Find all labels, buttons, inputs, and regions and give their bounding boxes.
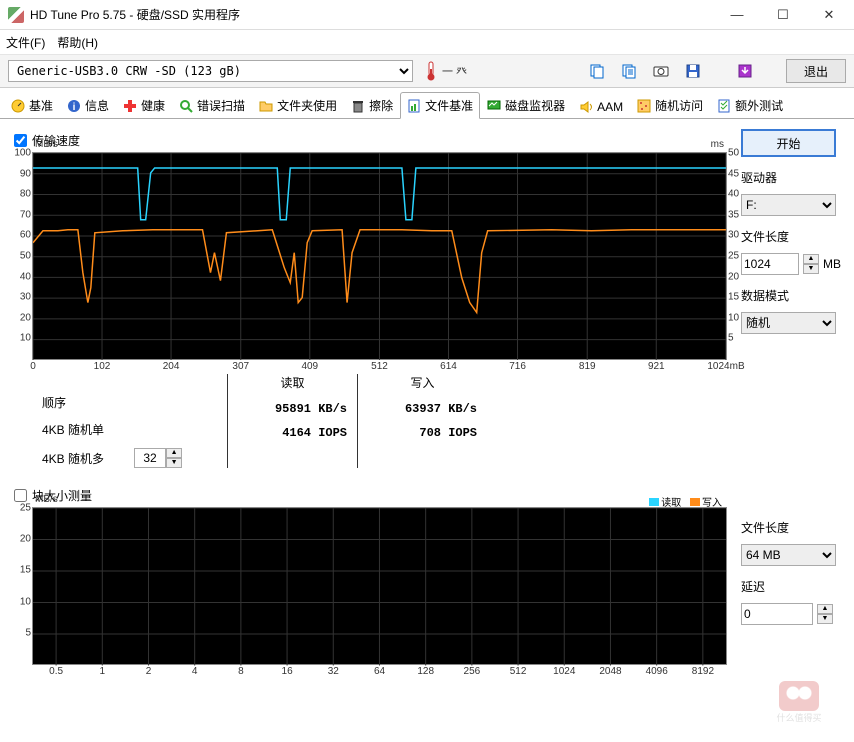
app-icon xyxy=(8,7,24,23)
chart2-left-axis: 510152025 xyxy=(11,508,31,664)
filelen2-select[interactable]: 64 MB xyxy=(741,544,836,566)
transfer-speed-checkbox[interactable] xyxy=(14,134,27,147)
seq-write-value: 63937 KB/s xyxy=(368,402,477,416)
window-title: HD Tune Pro 5.75 - 硬盘/SSD 实用程序 xyxy=(30,6,714,23)
spin-down-icon[interactable]: ▼ xyxy=(803,264,819,274)
chart1-left-axis: 102030405060708090100 xyxy=(11,153,31,359)
spin-up-icon[interactable]: ▲ xyxy=(817,604,833,614)
chart1-y-unit-left: MB/s xyxy=(35,139,58,150)
chart2-bottom-axis: 0.512481632641282565121024204840968192 xyxy=(33,666,726,680)
tab-info[interactable]: i信息 xyxy=(60,92,116,118)
copy-icon[interactable] xyxy=(586,60,608,82)
content-area: 传输速度 MB/s ms 102030405060708090100 51015… xyxy=(0,119,854,683)
maximize-button[interactable]: ☐ xyxy=(760,0,806,30)
row-4k-single-label: 4KB 随机单 xyxy=(42,421,227,438)
transfer-speed-chart: MB/s ms 102030405060708090100 5101520253… xyxy=(32,152,727,360)
tab-health[interactable]: 健康 xyxy=(116,92,172,118)
svg-text:i: i xyxy=(73,102,76,113)
blocksize-checkbox[interactable] xyxy=(14,489,27,502)
datamode-label: 数据模式 xyxy=(741,287,842,304)
chart2-legend: 读取 写入 xyxy=(643,494,722,509)
save-icon[interactable] xyxy=(682,60,704,82)
load-icon[interactable] xyxy=(734,60,756,82)
tab-randomaccess[interactable]: 随机访问 xyxy=(630,92,710,118)
spin-down-icon[interactable]: ▼ xyxy=(166,458,182,468)
row-seq-label: 顺序 xyxy=(42,394,227,411)
datamode-select[interactable]: 随机 xyxy=(741,312,836,334)
filelen-unit: MB xyxy=(823,257,841,271)
copy-text-icon[interactable] xyxy=(618,60,640,82)
tab-diskmonitor[interactable]: 磁盘监视器 xyxy=(480,92,572,118)
tabstrip: 基准 i信息 健康 错误扫描 文件夹使用 擦除 文件基准 磁盘监视器 AAM 随… xyxy=(0,88,854,119)
toolbar: Generic-USB3.0 CRW -SD (123 gB) 一 癶 退出 xyxy=(0,54,854,88)
exit-button[interactable]: 退出 xyxy=(786,59,846,83)
menu-file[interactable]: 文件(F) xyxy=(6,34,45,51)
row-4k-multi-label: 4KB 随机多 xyxy=(42,450,104,467)
chart2-y-unit: MB/s xyxy=(35,494,58,505)
temperature-display: 一 癶 xyxy=(423,61,467,81)
tab-extratests[interactable]: 额外测试 xyxy=(710,92,790,118)
thermometer-icon xyxy=(423,61,439,81)
spin-down-icon[interactable]: ▼ xyxy=(817,614,833,624)
multi-thread-spinner[interactable]: ▲▼ xyxy=(134,448,182,468)
rand-single-read-value: 4164 IOPS xyxy=(238,426,347,440)
spin-up-icon[interactable]: ▲ xyxy=(803,254,819,264)
filelen2-label: 文件长度 xyxy=(741,519,842,536)
drive-label: 驱动器 xyxy=(741,169,842,186)
multi-thread-input[interactable] xyxy=(134,448,166,468)
rand-single-write-value: 708 IOPS xyxy=(368,426,477,440)
filelen-input[interactable] xyxy=(741,253,799,275)
spin-up-icon[interactable]: ▲ xyxy=(166,448,182,458)
tab-folderusage[interactable]: 文件夹使用 xyxy=(252,92,344,118)
tab-aam[interactable]: AAM xyxy=(572,95,630,118)
menu-help[interactable]: 帮助(H) xyxy=(57,34,98,51)
header-read: 读取 xyxy=(238,374,347,392)
filelen-label: 文件长度 xyxy=(741,228,842,245)
chart1-y-unit-right: ms xyxy=(711,139,724,150)
chart1-right-axis: 5101520253035404550 xyxy=(728,153,746,359)
chart1-bottom-axis: 01022043074095126147168199211024mB xyxy=(33,361,726,375)
drive-select[interactable]: F: xyxy=(741,194,836,216)
blocksize-chart: MB/s 读取 写入 510152025 0.51248163264128256… xyxy=(32,507,727,665)
results-table: 顺序 4KB 随机单 4KB 随机多 ▲▼ 读取 95891 KB/s 4164… xyxy=(42,374,727,468)
tab-filebenchmark[interactable]: 文件基准 xyxy=(400,92,480,119)
device-select[interactable]: Generic-USB3.0 CRW -SD (123 gB) xyxy=(8,60,413,82)
menubar: 文件(F) 帮助(H) xyxy=(0,30,854,54)
minimize-button[interactable]: — xyxy=(714,0,760,30)
seq-read-value: 95891 KB/s xyxy=(238,402,347,416)
tab-erase[interactable]: 擦除 xyxy=(344,92,400,118)
close-button[interactable]: ✕ xyxy=(806,0,852,30)
delay-label: 延迟 xyxy=(741,578,842,595)
tab-benchmark[interactable]: 基准 xyxy=(4,92,60,118)
tab-errorscan[interactable]: 错误扫描 xyxy=(172,92,252,118)
delay-input[interactable] xyxy=(741,603,813,625)
header-write: 写入 xyxy=(368,374,477,392)
start-button[interactable]: 开始 xyxy=(741,129,836,157)
screenshot-icon[interactable] xyxy=(650,60,672,82)
sidebar: 开始 驱动器 F: 文件长度 ▲▼ MB 数据模式 随机 文件长度 64 MB … xyxy=(741,129,842,673)
titlebar: HD Tune Pro 5.75 - 硬盘/SSD 实用程序 — ☐ ✕ xyxy=(0,0,854,30)
